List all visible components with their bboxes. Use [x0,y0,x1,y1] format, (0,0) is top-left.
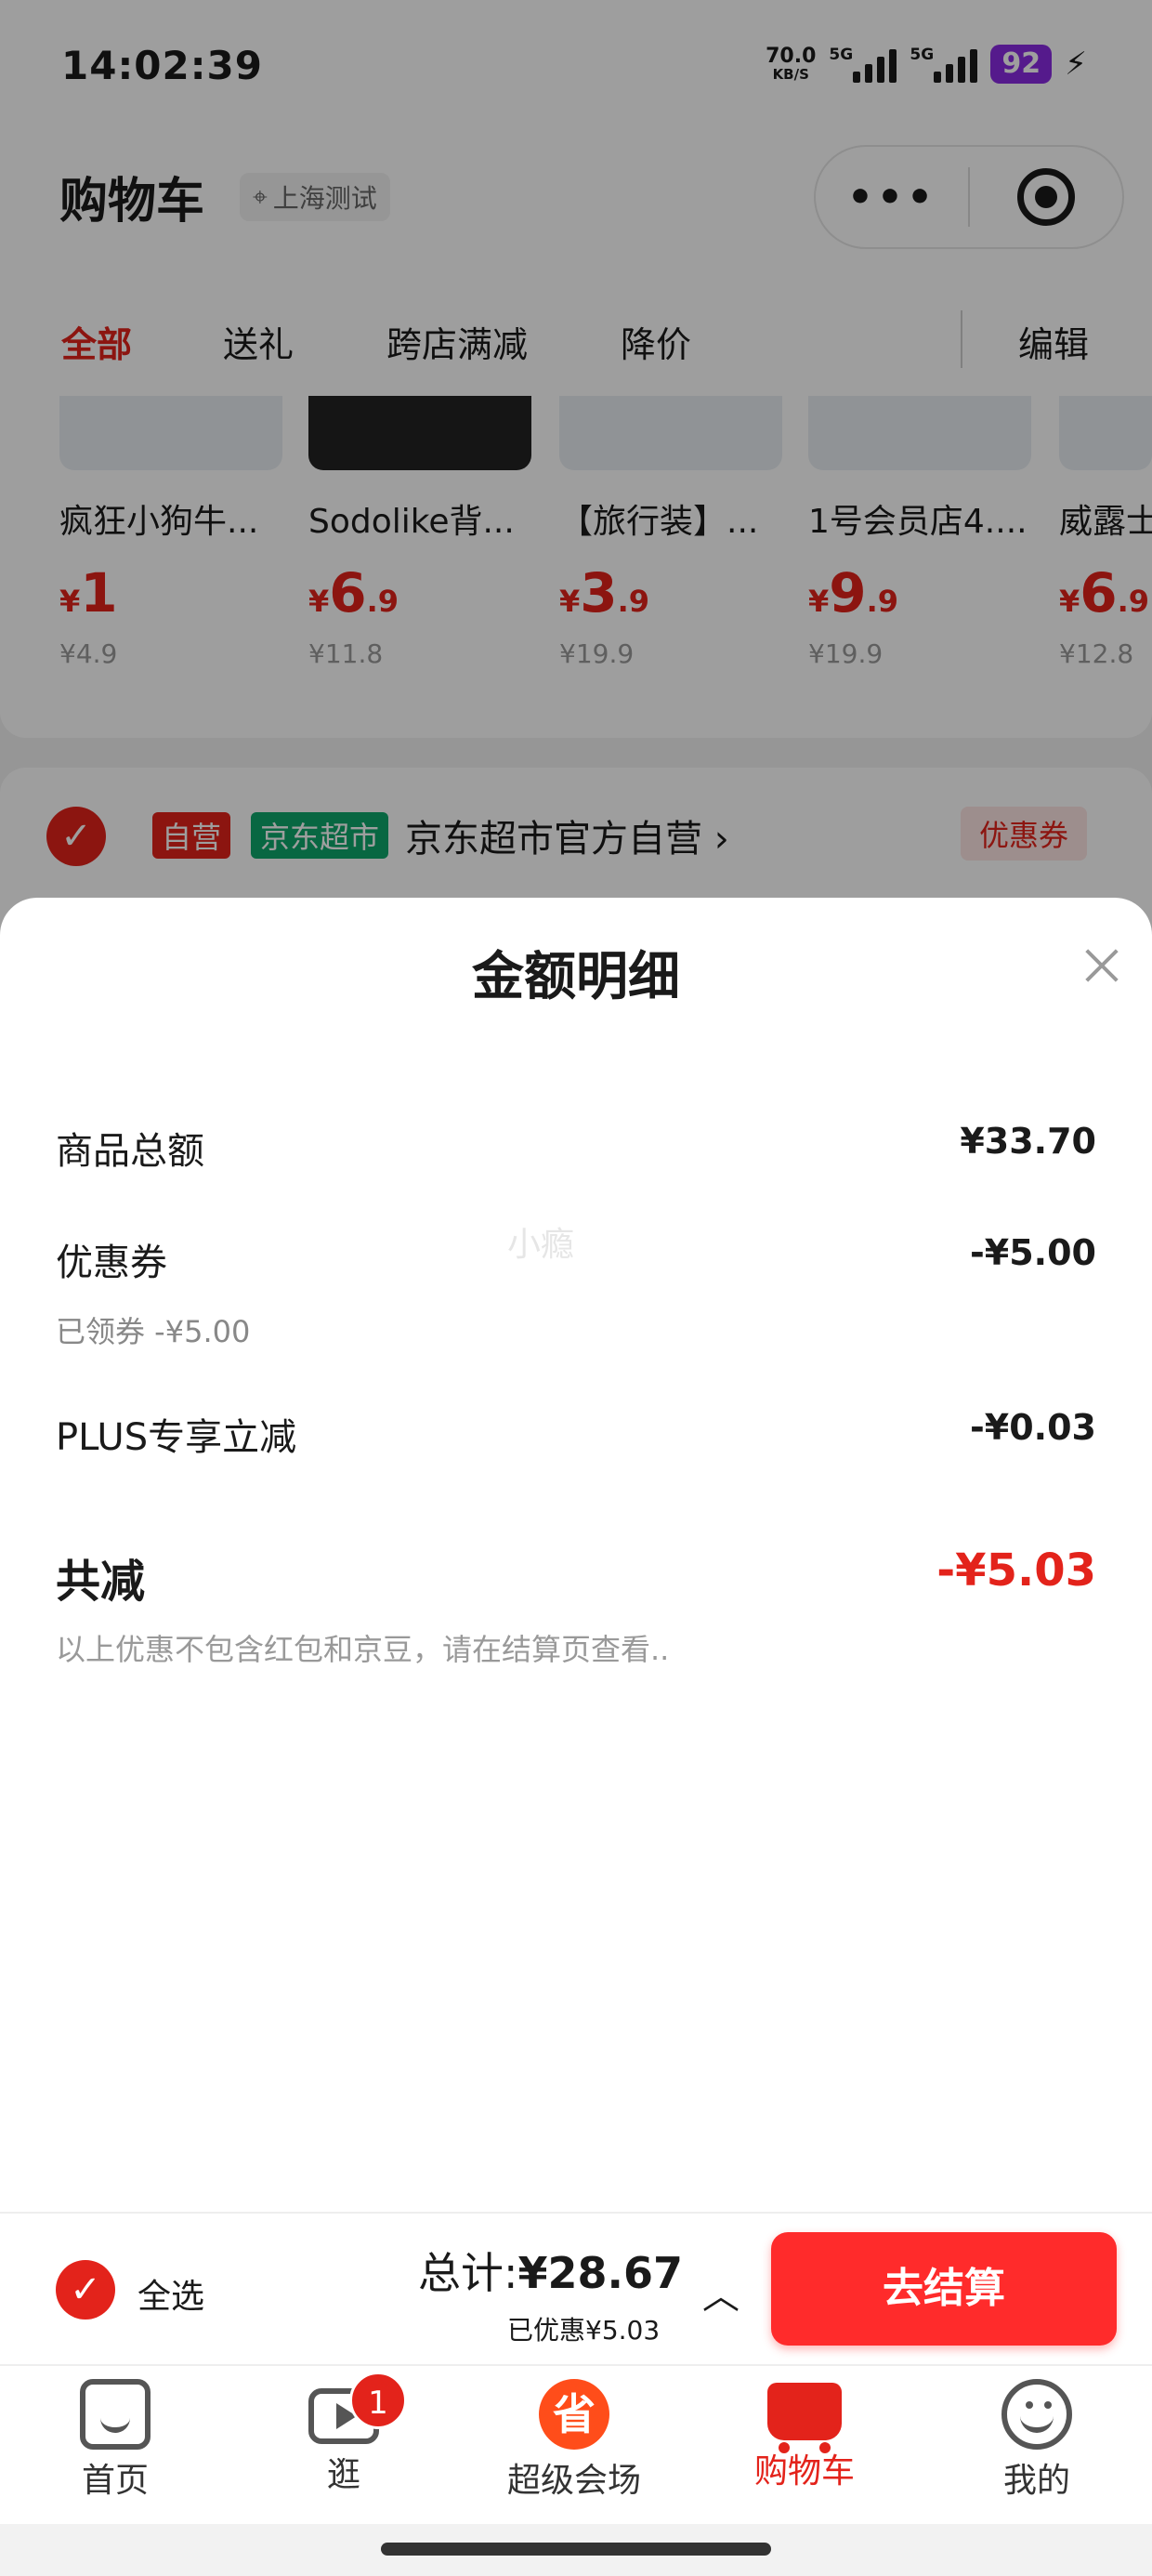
close-icon[interactable] [1078,942,1126,991]
select-all-checkbox[interactable]: ✓ [56,2260,115,2320]
discount-note: 以上优惠不包含红包和京豆，请在结算页查看.. [56,1632,670,1667]
total-label: 总计: [418,2248,518,2298]
select-all-label[interactable]: 全选 [137,2269,204,2318]
amount-detail-sheet: 金额明细 商品总额 ¥33.70 优惠券 -¥5.00 已领券 -¥5.00 小… [0,898,1152,2212]
coupon-value: -¥5.00 [970,1232,1096,1273]
total-value: ¥28.67 [517,2248,684,2298]
tab-home[interactable]: 首页 [22,2379,208,2502]
watermark: 小瘾 [507,1226,575,1264]
subtotal-value: ¥33.70 [960,1121,1096,1162]
bottom-tab-bar: 首页 1 逛 省 超级会场 购物车 我的 [0,2364,1152,2524]
plus-discount-value: -¥0.03 [970,1407,1096,1448]
notification-badge: 1 [349,2372,407,2429]
total-amount: 总计:¥28.67 [418,2240,683,2301]
saved-amount: 已优惠¥5.03 [507,2315,661,2346]
tab-super-venue[interactable]: 省 超级会场 [481,2379,667,2502]
checkout-bar: ✓ 全选 总计:¥28.67 已优惠¥5.03 ︿ 去结算 [0,2212,1152,2364]
super-venue-icon: 省 [539,2379,609,2450]
tab-browse[interactable]: 1 逛 [251,2372,437,2496]
coupon-detail: 已领券 -¥5.00 [56,1314,251,1349]
total-discount-value: -¥5.03 [936,1544,1096,1597]
cart-icon [767,2383,842,2453]
home-indicator[interactable] [381,2543,771,2556]
home-icon [80,2379,151,2450]
tab-home-label: 首页 [81,2462,149,2500]
subtotal-label: 商品总额 [56,1130,204,1173]
smile-icon [1001,2379,1072,2450]
plus-discount-label: PLUS专享立减 [56,1416,297,1459]
coupon-label: 优惠券 [56,1242,167,1284]
tab-browse-label: 逛 [326,2456,360,2494]
checkout-button[interactable]: 去结算 [771,2232,1117,2346]
total-discount-label: 共减 [56,1556,146,1608]
tab-cart[interactable]: 购物车 [712,2379,897,2492]
tab-super-venue-label: 超级会场 [506,2462,641,2500]
tab-me[interactable]: 我的 [944,2379,1130,2502]
tab-cart-label: 购物车 [753,2452,855,2491]
chevron-up-icon[interactable]: ︿ [702,2266,740,2320]
home-indicator-area [0,2524,1152,2576]
tab-me-label: 我的 [1002,2462,1070,2500]
sheet-title: 金额明细 [472,947,680,1007]
